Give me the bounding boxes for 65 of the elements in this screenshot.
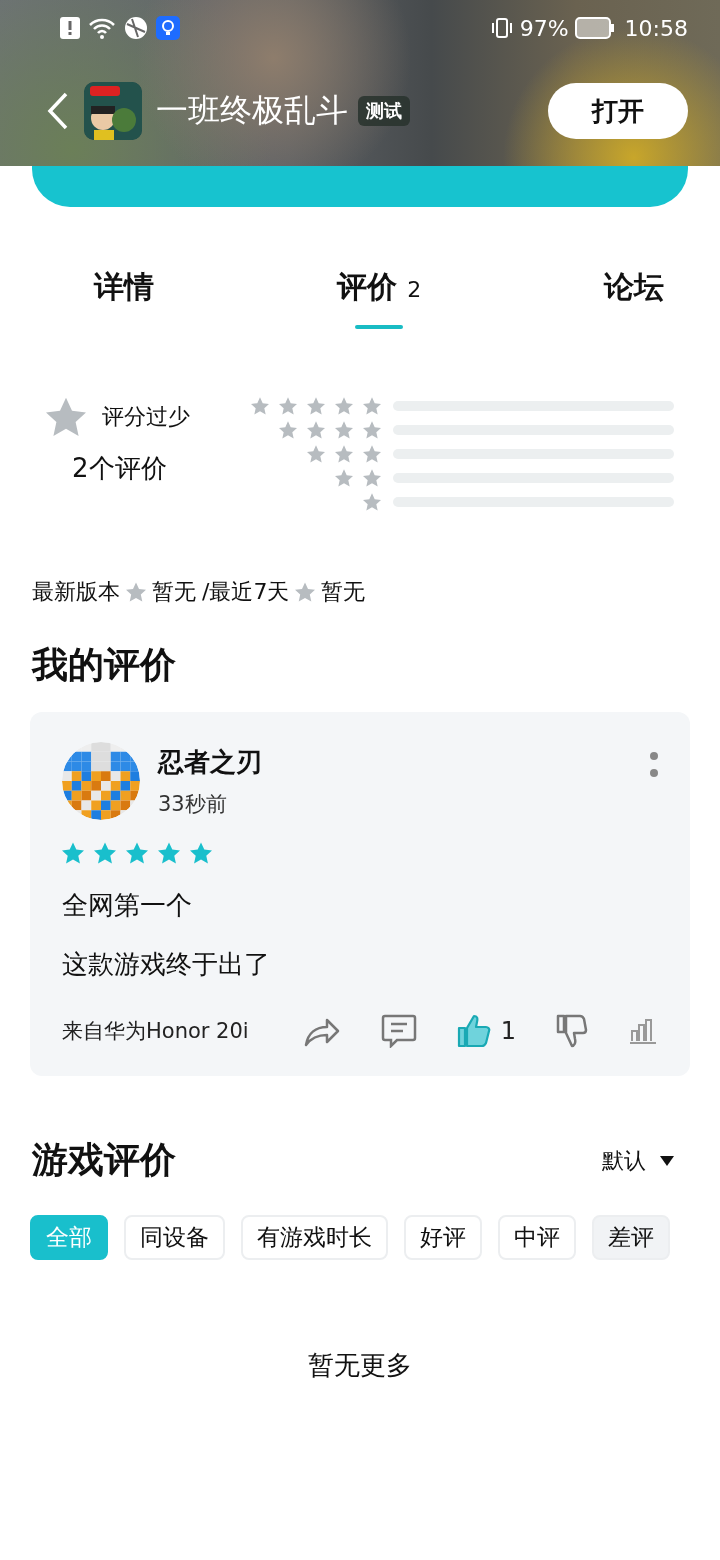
star-icon xyxy=(363,445,381,463)
star-icon xyxy=(307,421,325,439)
review-time: 33秒前 xyxy=(158,790,228,818)
open-button[interactable]: 打开 xyxy=(548,83,688,139)
review-text: 这款游戏终于出了 xyxy=(62,948,271,981)
thumbs-down-icon[interactable] xyxy=(556,1014,588,1048)
star-icon xyxy=(46,397,86,437)
star-icon xyxy=(279,397,297,415)
battery-percent: 97% xyxy=(519,15,569,41)
filter-chip[interactable]: 同设备 xyxy=(124,1215,225,1260)
star-icon xyxy=(363,469,381,487)
star-icon xyxy=(62,842,84,864)
clock: 10:58 xyxy=(624,15,688,41)
sort-label[interactable]: 默认 xyxy=(602,1145,646,1176)
recent-rating: 暂无 xyxy=(321,578,366,606)
rating-status: 评分过少 xyxy=(102,403,190,431)
more-icon[interactable] xyxy=(650,752,658,778)
app-icon xyxy=(84,82,142,140)
filter-chip[interactable]: 有游戏时长 xyxy=(241,1215,388,1260)
caret-icon[interactable] xyxy=(660,1155,674,1166)
back-icon[interactable] xyxy=(46,92,70,130)
wifi-icon xyxy=(88,17,116,39)
chart-icon[interactable] xyxy=(628,1017,658,1045)
comment-icon[interactable] xyxy=(380,1014,417,1048)
like-count: 1 xyxy=(500,1017,516,1045)
star-icon xyxy=(190,842,212,864)
star-icon xyxy=(94,842,116,864)
device-text: 来自华为Honor 20i xyxy=(62,1018,249,1045)
star-icon xyxy=(307,445,325,463)
star-icon xyxy=(158,842,180,864)
filter-chip[interactable]: 中评 xyxy=(498,1215,576,1260)
star-icon xyxy=(335,421,353,439)
version-rating: 暂无 xyxy=(152,578,196,606)
star-icon xyxy=(279,421,297,439)
star-icon xyxy=(363,421,381,439)
star-icon xyxy=(335,397,353,415)
star-icon xyxy=(126,842,148,864)
filter-chip[interactable]: 差评 xyxy=(592,1215,670,1260)
tab[interactable]: 评价 2 xyxy=(336,267,422,329)
star-icon xyxy=(295,582,316,602)
user-name: 忍者之刃 xyxy=(158,745,262,779)
star-icon xyxy=(335,469,353,487)
battery-icon xyxy=(574,17,615,39)
test-tag: 测试 xyxy=(358,96,410,126)
star-icon xyxy=(363,493,381,511)
filter-chip[interactable]: 好评 xyxy=(404,1215,482,1260)
tab[interactable]: 详情 xyxy=(94,267,154,329)
review-text: 全网第一个 xyxy=(62,889,193,922)
star-icon xyxy=(251,397,269,415)
review-count: 2个评价 xyxy=(72,452,168,485)
star-icon xyxy=(363,397,381,415)
recent-label: /最近7天 xyxy=(202,578,290,606)
tab[interactable]: 论坛 xyxy=(604,267,664,329)
section-heading: 游戏评价 xyxy=(32,1138,176,1182)
thumbs-up-icon[interactable] xyxy=(456,1014,491,1048)
alert-icon xyxy=(60,17,80,39)
star-icon xyxy=(307,397,325,415)
app-title: 一班终极乱斗 xyxy=(156,90,348,131)
version-label: 最新版本 xyxy=(32,578,120,606)
lightbulb-icon xyxy=(156,16,180,40)
section-heading: 我的评价 xyxy=(32,643,177,687)
vibrate-icon xyxy=(489,16,514,40)
star-icon xyxy=(126,582,146,602)
empty-message: 暂无更多 xyxy=(308,1350,412,1380)
star-icon xyxy=(335,445,353,463)
